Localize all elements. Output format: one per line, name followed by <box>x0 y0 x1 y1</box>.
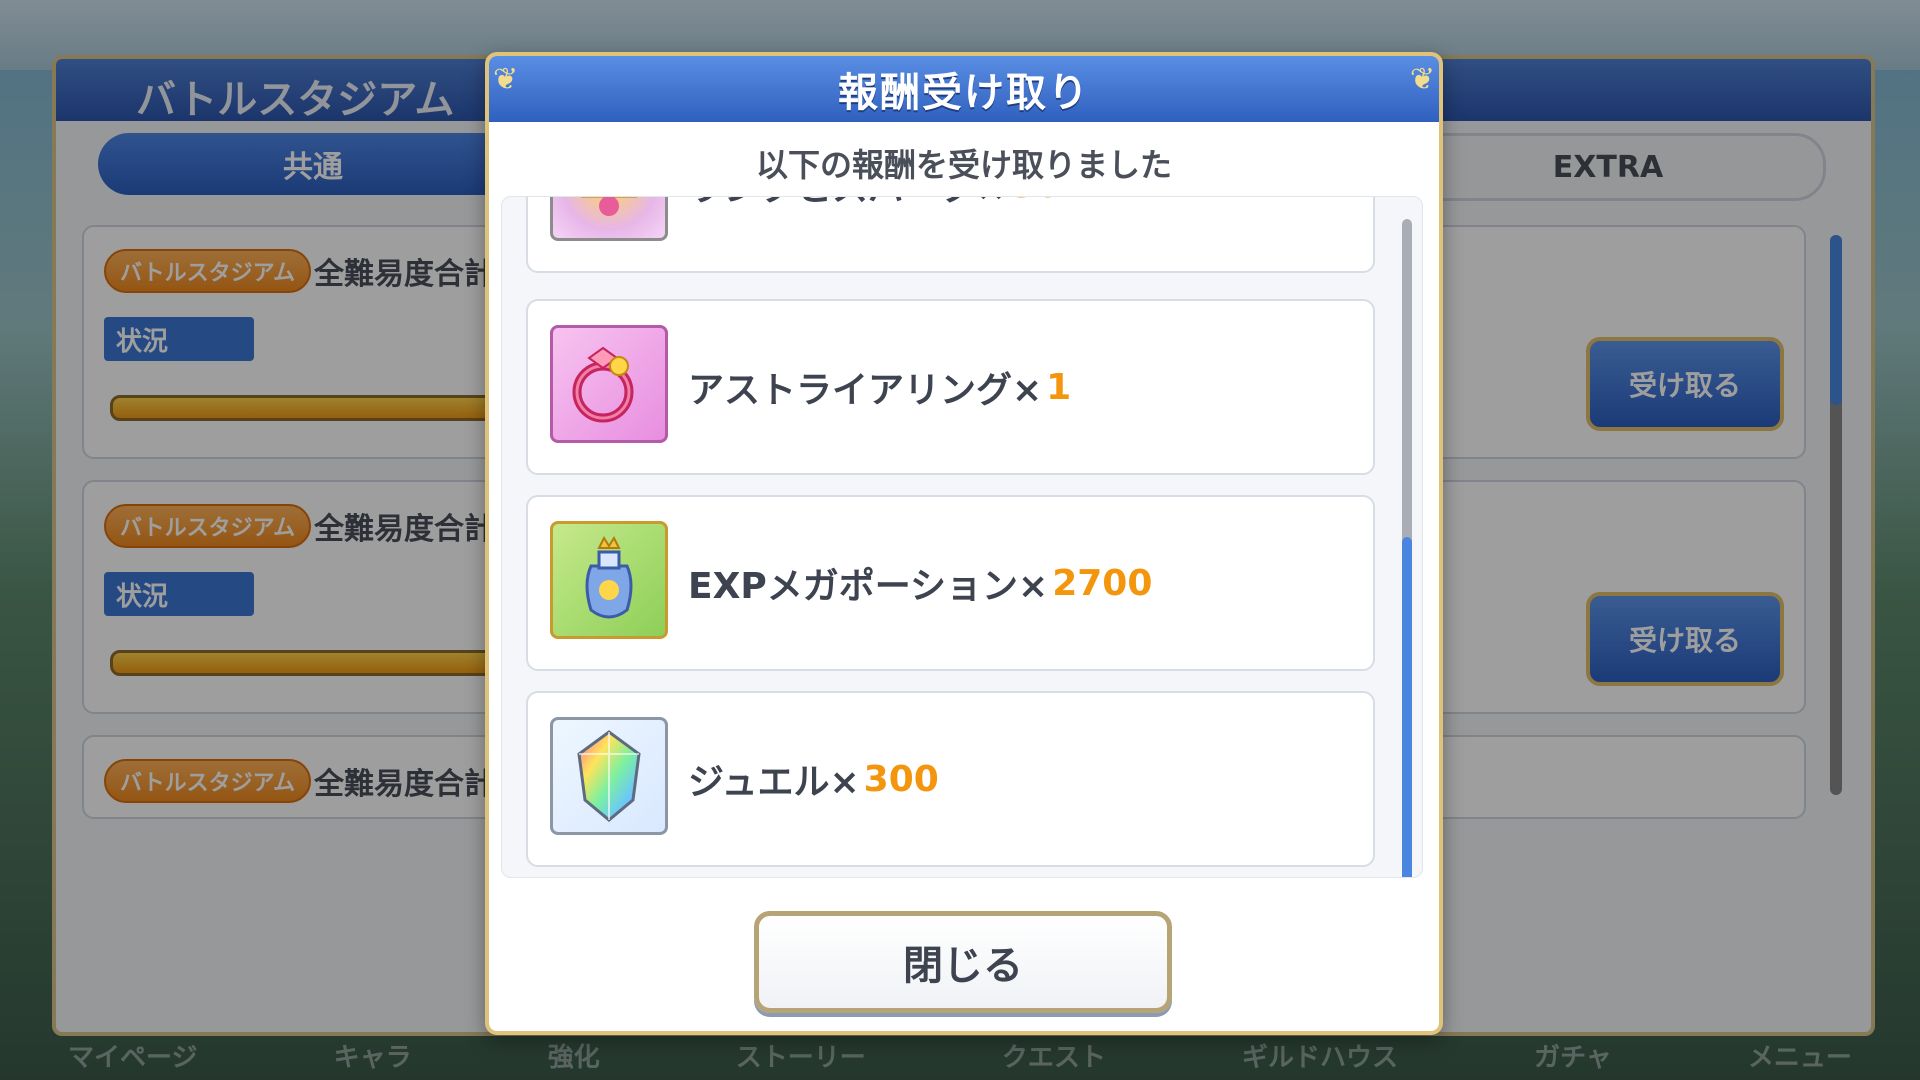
modal-header: ❦ 報酬受け取り ❦ <box>489 56 1439 122</box>
reward-quantity: 50 <box>1010 197 1060 206</box>
reward-quantity: 2700 <box>1052 562 1153 604</box>
reward-quantity: 1 <box>1046 366 1072 408</box>
modal-title: 報酬受け取り <box>838 70 1090 116</box>
reward-item: ランクとスパーク×50 <box>526 197 1375 273</box>
reward-list-scrollbar-thumb[interactable] <box>1402 537 1412 877</box>
ornament-icon: ❦ <box>1409 62 1435 97</box>
close-button[interactable]: 閉じる <box>754 911 1172 1013</box>
reward-list[interactable]: ランクとスパーク×50 アストライアリング×1 <box>501 196 1423 878</box>
reward-modal: ❦ 報酬受け取り ❦ 以下の報酬を受け取りました ランクとスパーク×50 <box>485 52 1443 1035</box>
jewel-icon <box>550 717 668 835</box>
reward-item: ジュエル× 300 <box>526 691 1375 867</box>
reward-name: EXPメガポーション× 2700 <box>688 562 1153 608</box>
reward-name: アストライアリング× 1 <box>688 366 1072 412</box>
crown-trophy-icon <box>550 197 668 241</box>
reward-item: EXPメガポーション× 2700 <box>526 495 1375 671</box>
reward-quantity: 300 <box>863 758 939 800</box>
reward-item: アストライアリング× 1 <box>526 299 1375 475</box>
modal-subtitle: 以下の報酬を受け取りました <box>755 146 1172 184</box>
reward-name: ランクとスパーク×50 <box>688 197 1060 271</box>
reward-name: ジュエル× 300 <box>688 758 939 804</box>
ornament-icon: ❦ <box>493 62 519 97</box>
ring-icon <box>550 325 668 443</box>
potion-icon <box>550 521 668 639</box>
